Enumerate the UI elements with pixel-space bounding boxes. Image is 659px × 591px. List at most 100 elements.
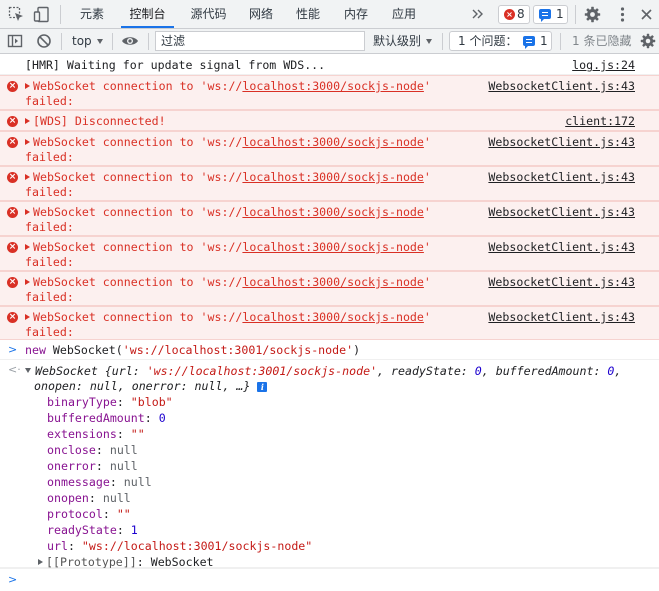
error-text: WebSocket connection to 'ws://localhost:… (25, 240, 431, 255)
hidden-messages-count: 1 条已隐藏 (572, 34, 632, 48)
more-options-icon[interactable] (614, 6, 631, 23)
close-icon[interactable] (638, 6, 655, 23)
error-icon: × (7, 172, 18, 183)
result-arrow-icon: <· (8, 363, 21, 376)
error-text-line2: failed: (25, 185, 74, 199)
error-text: WebSocket connection to 'ws://localhost:… (25, 170, 431, 185)
expand-triangle-icon[interactable] (25, 208, 30, 215)
error-count-badge[interactable]: × 8 (498, 5, 530, 24)
console-error-message[interactable]: × WebSocket connection to 'ws://localhos… (0, 201, 659, 236)
console-error-message[interactable]: × WebSocket connection to 'ws://localhos… (0, 271, 659, 306)
log-text: [HMR] Waiting for update signal from WDS… (25, 58, 326, 72)
context-value: top (72, 34, 92, 48)
error-text: [WDS] Disconnected! (25, 114, 166, 129)
expand-triangle-icon[interactable] (25, 243, 30, 250)
console-settings-gear-icon[interactable] (640, 33, 656, 49)
expand-triangle-icon[interactable] (25, 82, 30, 89)
error-icon: × (7, 312, 18, 323)
error-text-line2: failed: (25, 220, 74, 234)
issues-label: 1 个问题： (458, 34, 518, 48)
source-link[interactable]: WebsocketClient.js:43 (488, 310, 635, 325)
expand-triangle-icon[interactable] (25, 173, 30, 180)
chevron-down-icon (426, 39, 433, 44)
source-link[interactable]: client:172 (565, 114, 635, 129)
tab-performance[interactable]: 性能 (289, 0, 327, 28)
console-result: <· WebSocket {url: 'ws://localhost:3001/… (0, 360, 659, 569)
more-tabs-icon[interactable] (470, 7, 484, 21)
console-error-message[interactable]: × WebSocket connection to 'ws://localhos… (0, 131, 659, 166)
error-text-line2: failed: (25, 290, 74, 304)
source-link[interactable]: WebsocketClient.js:43 (488, 205, 635, 220)
device-toolbar-icon[interactable] (33, 6, 50, 23)
source-link[interactable]: WebsocketClient.js:43 (488, 170, 635, 185)
tab-console[interactable]: 控制台 (121, 0, 174, 28)
expand-triangle-icon[interactable] (25, 138, 30, 145)
info-icon[interactable]: i (257, 381, 268, 392)
expand-triangle-down-icon[interactable] (25, 368, 31, 373)
tab-application[interactable]: 应用 (385, 0, 423, 28)
error-icon: × (7, 277, 18, 288)
source-link[interactable]: WebsocketClient.js:43 (488, 135, 635, 150)
error-text: WebSocket connection to 'ws://localhost:… (25, 310, 431, 325)
error-count: 8 (517, 7, 525, 21)
message-count-badge[interactable]: 1 (533, 5, 568, 24)
error-icon: × (7, 81, 18, 92)
log-levels-dropdown[interactable]: 默认级别 (373, 29, 433, 54)
object-summary[interactable]: WebSocket {url: 'ws://localhost:3001/soc… (25, 364, 621, 379)
error-url-link[interactable]: localhost:3000/sockjs-node (242, 205, 423, 219)
tab-elements[interactable]: 元素 (71, 0, 113, 28)
inspect-element-icon[interactable] (8, 6, 25, 23)
error-url-link[interactable]: localhost:3000/sockjs-node (242, 170, 423, 184)
console-error-message[interactable]: × [WDS] Disconnected! client:172 (0, 110, 659, 131)
tab-memory[interactable]: 内存 (337, 0, 375, 28)
command-text: new WebSocket('ws://localhost:3001/sockj… (25, 343, 361, 357)
error-url-link[interactable]: localhost:3000/sockjs-node (242, 135, 423, 149)
source-link[interactable]: WebsocketClient.js:43 (488, 240, 635, 255)
console-error-message[interactable]: × WebSocket connection to 'ws://localhos… (0, 306, 659, 340)
error-text: WebSocket connection to 'ws://localhost:… (25, 275, 431, 290)
filter-box (155, 31, 365, 51)
error-text: WebSocket connection to 'ws://localhost:… (25, 79, 431, 94)
object-property: binaryType: "blob" (47, 395, 173, 409)
tab-sources[interactable]: 源代码 (182, 0, 235, 28)
error-url-link[interactable]: localhost:3000/sockjs-node (242, 79, 423, 93)
expand-triangle-icon[interactable] (25, 313, 30, 320)
error-text-line2: failed: (25, 150, 74, 164)
tab-network[interactable]: 网络 (243, 0, 279, 28)
input-prompt-icon: > (8, 343, 18, 356)
error-url-link[interactable]: localhost:3000/sockjs-node (242, 240, 423, 254)
clear-console-icon[interactable] (36, 33, 52, 49)
message-icon (539, 9, 551, 22)
issues-button[interactable]: 1 个问题： 1 (449, 31, 552, 51)
error-text-line2: failed: (25, 255, 74, 269)
message-count: 1 (556, 7, 564, 21)
source-link[interactable]: WebsocketClient.js:43 (488, 79, 635, 94)
source-link[interactable]: log.js:24 (572, 58, 635, 73)
object-property: onopen: null (47, 491, 131, 505)
error-icon: × (7, 242, 18, 253)
separator (112, 33, 113, 50)
console-error-message[interactable]: × WebSocket connection to 'ws://localhos… (0, 166, 659, 201)
error-url-link[interactable]: localhost:3000/sockjs-node (242, 310, 423, 324)
expand-triangle-icon[interactable] (38, 558, 43, 565)
console-error-message[interactable]: × WebSocket connection to 'ws://localhos… (0, 75, 659, 110)
context-selector[interactable]: top (72, 29, 103, 54)
error-url-link[interactable]: localhost:3000/sockjs-node (242, 275, 423, 289)
sidebar-toggle-icon[interactable] (7, 33, 23, 49)
error-text-line2: failed: (25, 94, 74, 108)
filter-input[interactable] (156, 32, 364, 50)
source-link[interactable]: WebsocketClient.js:43 (488, 275, 635, 290)
settings-gear-icon[interactable] (584, 6, 601, 23)
live-expression-eye-icon[interactable] (121, 33, 139, 49)
error-icon: × (7, 137, 18, 148)
console-error-message[interactable]: × WebSocket connection to 'ws://localhos… (0, 236, 659, 271)
error-text: WebSocket connection to 'ws://localhost:… (25, 135, 431, 150)
expand-triangle-icon[interactable] (25, 278, 30, 285)
expand-triangle-icon[interactable] (25, 117, 30, 124)
object-property: onclose: null (47, 443, 138, 457)
console-output: [HMR] Waiting for update signal from WDS… (0, 55, 659, 591)
separator (575, 5, 576, 24)
object-property: onerror: null (47, 459, 138, 473)
object-property: readyState: 1 (47, 523, 138, 537)
console-prompt[interactable]: > (0, 568, 659, 591)
